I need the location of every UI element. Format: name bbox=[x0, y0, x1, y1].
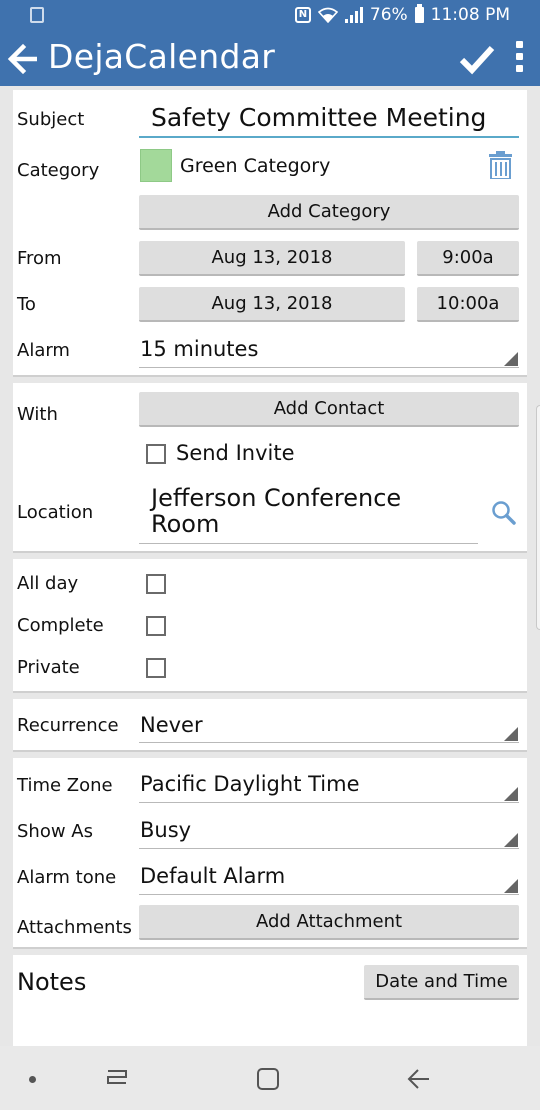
from-time-button[interactable]: 9:00a bbox=[417, 241, 519, 276]
more-options-icon[interactable] bbox=[512, 41, 526, 77]
send-invite-checkbox[interactable] bbox=[146, 444, 166, 464]
notes-panel: Notes Date and Time bbox=[13, 955, 527, 1046]
to-label: To bbox=[17, 294, 36, 315]
category-label: Category bbox=[17, 160, 100, 181]
complete-label: Complete bbox=[17, 615, 104, 636]
send-invite-label: Send Invite bbox=[176, 441, 295, 465]
category-value[interactable]: Green Category bbox=[180, 155, 330, 177]
app-bar: DejaCalendar bbox=[0, 32, 540, 86]
recent-apps-icon[interactable] bbox=[104, 1067, 130, 1091]
subject-label: Subject bbox=[17, 109, 85, 130]
event-details-panel: Subject Safety Committee Meeting Categor… bbox=[13, 90, 527, 377]
to-time-button[interactable]: 10:00a bbox=[417, 287, 519, 322]
flags-panel: All day Complete Private bbox=[13, 559, 527, 693]
timezone-dropdown-icon[interactable] bbox=[504, 787, 518, 801]
back-icon[interactable] bbox=[406, 1067, 432, 1091]
from-label: From bbox=[17, 248, 62, 269]
navigation-bar bbox=[0, 1046, 540, 1110]
subject-input[interactable]: Safety Committee Meeting bbox=[151, 103, 486, 132]
add-category-button[interactable]: Add Category bbox=[139, 195, 519, 230]
timezone-label: Time Zone bbox=[17, 775, 113, 796]
notification-icon bbox=[30, 7, 44, 23]
signal-icon bbox=[344, 7, 363, 23]
notes-label: Notes bbox=[17, 968, 87, 996]
show-as-dropdown-icon[interactable] bbox=[504, 833, 518, 847]
date-and-time-button[interactable]: Date and Time bbox=[364, 965, 519, 1000]
timezone-spinner[interactable]: Pacific Daylight Time bbox=[140, 772, 360, 796]
category-color-swatch[interactable] bbox=[140, 149, 172, 182]
show-as-spinner[interactable]: Busy bbox=[140, 818, 191, 842]
nav-dot-icon[interactable] bbox=[29, 1076, 36, 1083]
status-icons: N 76% 11:08 PM bbox=[294, 4, 510, 25]
search-icon[interactable] bbox=[491, 500, 517, 526]
alarm-tone-spinner[interactable]: Default Alarm bbox=[140, 864, 285, 888]
location-input-line1[interactable]: Jefferson Conference bbox=[151, 484, 401, 512]
alarm-label: Alarm bbox=[17, 340, 70, 361]
recurrence-dropdown-icon[interactable] bbox=[504, 727, 518, 741]
show-as-underline bbox=[139, 848, 519, 849]
alarm-dropdown-icon[interactable] bbox=[504, 352, 518, 366]
back-arrow-icon[interactable] bbox=[6, 42, 40, 76]
edge-panel-handle[interactable] bbox=[536, 405, 540, 630]
all-day-label: All day bbox=[17, 573, 79, 594]
alarm-spinner[interactable]: 15 minutes bbox=[140, 337, 258, 361]
trash-icon[interactable] bbox=[489, 151, 512, 179]
battery-icon bbox=[414, 4, 424, 23]
options-panel: Time Zone Pacific Daylight Time Show As … bbox=[13, 758, 527, 949]
location-input-line2[interactable]: Room bbox=[151, 510, 219, 538]
alarm-tone-label: Alarm tone bbox=[17, 867, 117, 888]
subject-underline bbox=[139, 136, 519, 138]
recurrence-spinner[interactable]: Never bbox=[140, 713, 203, 737]
to-date-button[interactable]: Aug 13, 2018 bbox=[139, 287, 405, 322]
battery-percent: 76% bbox=[369, 5, 408, 25]
private-checkbox[interactable] bbox=[146, 658, 166, 678]
alarm-tone-underline bbox=[139, 894, 519, 895]
status-bar: N 76% 11:08 PM bbox=[0, 0, 540, 32]
attachments-label: Attachments bbox=[17, 917, 132, 938]
show-as-label: Show As bbox=[17, 821, 93, 842]
location-label: Location bbox=[17, 502, 94, 523]
nfc-icon: N bbox=[294, 7, 311, 23]
from-date-button[interactable]: Aug 13, 2018 bbox=[139, 241, 405, 276]
wifi-icon bbox=[317, 7, 338, 23]
home-icon[interactable] bbox=[256, 1067, 280, 1091]
attendees-panel: With Add Contact Send Invite Location Je… bbox=[13, 383, 527, 553]
all-day-checkbox[interactable] bbox=[146, 574, 166, 594]
add-contact-button[interactable]: Add Contact bbox=[139, 392, 519, 427]
location-underline bbox=[139, 543, 478, 544]
recurrence-underline bbox=[139, 742, 519, 743]
save-check-icon[interactable] bbox=[458, 41, 496, 77]
private-label: Private bbox=[17, 657, 80, 678]
timezone-underline bbox=[139, 802, 519, 803]
app-title: DejaCalendar bbox=[48, 37, 276, 76]
with-label: With bbox=[17, 404, 58, 425]
recurrence-panel: Recurrence Never bbox=[13, 699, 527, 752]
complete-checkbox[interactable] bbox=[146, 616, 166, 636]
recurrence-label: Recurrence bbox=[17, 715, 119, 736]
alarm-tone-dropdown-icon[interactable] bbox=[504, 879, 518, 893]
clock: 11:08 PM bbox=[430, 5, 510, 25]
add-attachment-button[interactable]: Add Attachment bbox=[139, 905, 519, 940]
alarm-underline bbox=[139, 367, 519, 368]
